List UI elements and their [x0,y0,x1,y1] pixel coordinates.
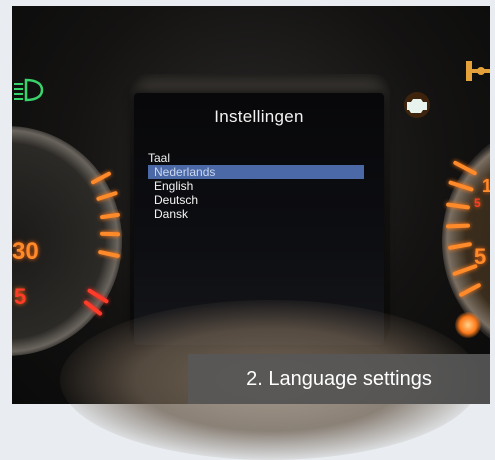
right-gauge-number-mid: 5 [474,196,481,210]
right-gauge-tick [445,223,471,229]
left-gauge-tick [99,231,121,237]
page-frame: 30 5 1 5 5 Instellingen Taal Nederlands … [0,0,495,460]
left-gauge-number-lower: 5 [14,284,27,309]
menu-header-language: Taal [148,151,171,165]
language-option-nederlands[interactable]: Nederlands [148,165,364,179]
language-list: Nederlands English Deutsch Dansk [148,165,364,221]
headlight-icon [12,76,48,104]
display-title: Instellingen [214,107,304,126]
language-option-deutsch[interactable]: Deutsch [148,193,364,207]
caption-box: 2. Language settings [188,354,490,404]
engine-warning-icon [400,90,434,120]
differential-lock-icon [464,58,490,84]
left-gauge-number: 30 [12,238,39,265]
right-gauge-number-low: 5 [474,244,487,269]
caption-text: 2. Language settings [246,368,432,390]
warning-light-glow [455,312,481,338]
language-option-dansk[interactable]: Dansk [148,207,364,221]
language-option-english[interactable]: English [148,179,364,193]
right-gauge-number-top: 1 [482,176,490,196]
